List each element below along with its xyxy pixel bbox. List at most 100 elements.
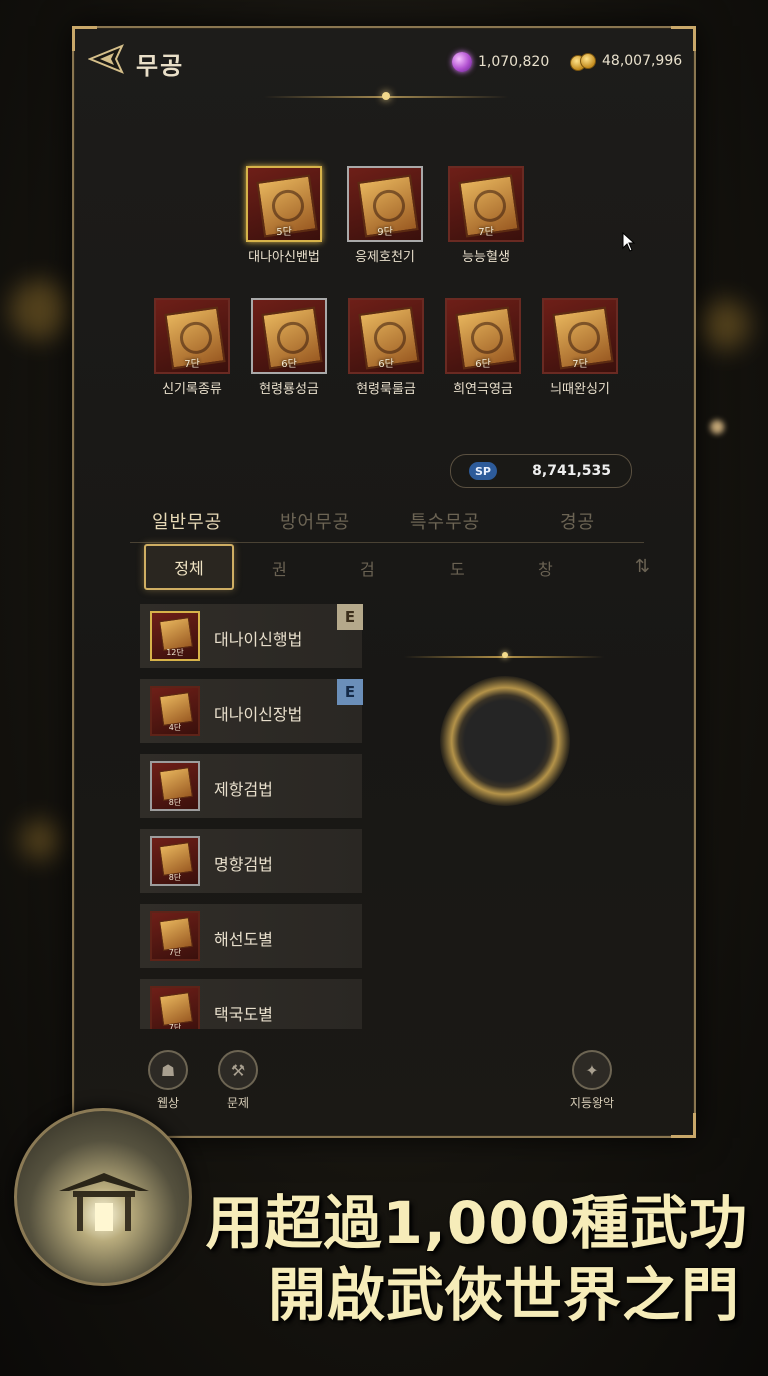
book-frame: 6단 <box>445 298 521 374</box>
book-name: 현령룡성금 <box>259 382 319 397</box>
book-icon: 4단 <box>150 686 200 736</box>
tab-lightness[interactable]: 경공 <box>560 508 595 534</box>
book-level: 6단 <box>475 359 491 370</box>
item-name: 택국도별 <box>214 1005 273 1024</box>
subtab-sword[interactable]: 검 <box>360 556 375 580</box>
list-item[interactable]: 8단 제항검법 <box>140 754 362 818</box>
bottom-button-left2[interactable]: ⚒ 문제 <box>208 1050 268 1111</box>
book-frame: 5단 <box>246 166 322 242</box>
featured-book[interactable]: 6단 현령룡성금 <box>249 298 329 397</box>
list-item[interactable]: 7단 택국도별 <box>140 979 362 1029</box>
item-name: 명향검법 <box>214 855 273 874</box>
list-item[interactable]: 7단 해선도별 <box>140 904 362 968</box>
gem-currency: 1,070,820 <box>452 52 549 72</box>
divider-dot <box>502 652 508 658</box>
subtab-all[interactable]: 정체 <box>144 544 234 590</box>
featured-book[interactable]: 7단 늬때완싱기 <box>540 298 620 397</box>
subtab-spear[interactable]: 창 <box>538 556 553 580</box>
tab-defense[interactable]: 방어무공 <box>280 508 350 534</box>
sp-value: 8,741,535 <box>532 463 611 479</box>
featured-book[interactable]: 9단 응제호천기 <box>345 166 425 265</box>
page-title: 무공 <box>136 52 185 80</box>
gem-amount: 1,070,820 <box>478 54 550 70</box>
featured-book[interactable]: 7단 신기록종류 <box>152 298 232 397</box>
book-level: 7단 <box>572 359 588 370</box>
bokeh-light <box>20 820 60 860</box>
book-name: 응제호천기 <box>355 250 415 265</box>
hammer-icon: ⚒ <box>218 1050 258 1090</box>
sp-badge: SP <box>469 462 497 480</box>
item-name: 대나이신행법 <box>214 630 303 649</box>
mouse-cursor-icon <box>622 232 636 252</box>
statue-icon: ☗ <box>148 1050 188 1090</box>
sp-points: SP 8,741,535 <box>450 454 632 488</box>
featured-book[interactable]: 6단 현령룩룰금 <box>346 298 426 397</box>
grade-badge: E <box>337 604 363 630</box>
book-name: 신기록종류 <box>162 382 222 397</box>
book-frame: 7단 <box>154 298 230 374</box>
bokeh-light <box>710 420 724 434</box>
book-name: 대나아신밴법 <box>248 250 320 265</box>
book-icon: 7단 <box>150 986 200 1029</box>
item-name: 대나이신장법 <box>214 705 303 724</box>
book-level: 7단 <box>478 227 494 238</box>
back-arrow-icon[interactable] <box>88 44 128 74</box>
list-item[interactable]: 4단 대나이신장법 E <box>140 679 363 743</box>
book-level: 6단 <box>378 359 394 370</box>
gold-currency: 48,007,996 <box>570 52 683 71</box>
gold-amount: 48,007,996 <box>602 53 683 69</box>
item-level: 12단 <box>166 648 184 657</box>
bokeh-light <box>10 280 70 340</box>
list-item[interactable]: 8단 명향검법 <box>140 829 362 893</box>
category-tabs: 일반무공 방어무공 특수무공 경공 <box>130 508 644 543</box>
book-frame: 6단 <box>251 298 327 374</box>
book-name: 현령룩룰금 <box>356 382 416 397</box>
book-name: 늬때완싱기 <box>550 382 610 397</box>
featured-book[interactable]: 6단 희연극영금 <box>443 298 523 397</box>
scroll-icon: ✦ <box>572 1050 612 1090</box>
item-level: 7단 <box>168 948 182 957</box>
weapon-filter-tabs: 정체 권 검 도 창 ⇅ <box>144 544 650 592</box>
book-frame: 6단 <box>348 298 424 374</box>
frame-corner <box>671 1113 696 1138</box>
item-level: 8단 <box>168 798 182 807</box>
temple-gate-icon <box>59 1173 149 1231</box>
book-level: 7단 <box>184 359 200 370</box>
book-icon: 7단 <box>150 911 200 961</box>
bottom-button-label: 지등왕악 <box>569 1096 615 1110</box>
slogan-line2: 開啟武俠世界之門 <box>267 1261 740 1329</box>
subtab-fist[interactable]: 권 <box>272 556 287 580</box>
bottom-button-label: 문제 <box>226 1096 250 1110</box>
subtab-blade[interactable]: 도 <box>450 556 465 580</box>
item-level: 7단 <box>168 1023 182 1029</box>
book-icon: 8단 <box>150 836 200 886</box>
book-name: 능능혈생 <box>462 250 510 265</box>
book-frame: 7단 <box>542 298 618 374</box>
featured-book[interactable]: 5단 대나아신밴법 <box>244 166 324 265</box>
gold-coin-icon <box>570 52 596 71</box>
bottom-button-left1[interactable]: ☗ 웹상 <box>138 1050 198 1111</box>
tab-general[interactable]: 일반무공 <box>152 508 222 534</box>
book-level: 5단 <box>276 227 292 238</box>
book-name: 희연극영금 <box>453 382 513 397</box>
item-level: 8단 <box>168 873 182 882</box>
book-level: 6단 <box>281 359 297 370</box>
book-frame: 7단 <box>448 166 524 242</box>
bottom-button-label: 웹상 <box>156 1096 180 1110</box>
bottom-button-right[interactable]: ✦ 지등왕악 <box>562 1050 622 1111</box>
item-name: 해선도별 <box>214 930 273 949</box>
book-level: 9단 <box>377 227 393 238</box>
empty-skill-slot[interactable] <box>440 676 570 806</box>
item-level: 4단 <box>168 723 182 732</box>
book-icon: 8단 <box>150 761 200 811</box>
divider-dot <box>382 92 390 100</box>
sort-icon[interactable]: ⇅ <box>635 556 650 577</box>
featured-book[interactable]: 7단 능능혈생 <box>446 166 526 265</box>
book-frame: 9단 <box>347 166 423 242</box>
martial-arts-panel: 무공 1,070,820 48,007,996 5단 대나아신밴법 9단 응제호… <box>72 26 696 1138</box>
tab-special[interactable]: 특수무공 <box>410 508 480 534</box>
temple-medallion <box>14 1108 192 1286</box>
item-name: 제항검법 <box>214 780 273 799</box>
gem-icon <box>452 52 472 72</box>
list-item[interactable]: 12단 대나이신행법 E <box>140 604 363 668</box>
